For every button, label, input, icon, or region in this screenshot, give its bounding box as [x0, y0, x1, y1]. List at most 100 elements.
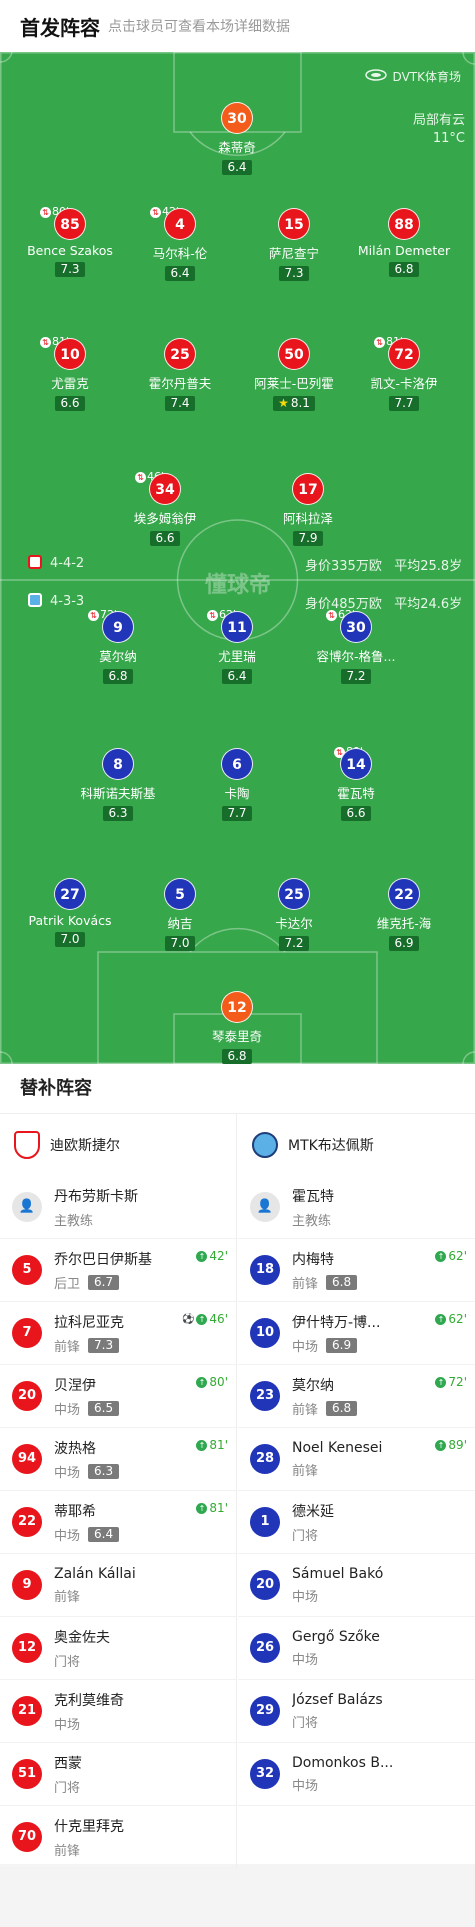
- jersey-number: 4: [164, 208, 196, 240]
- player-name: 萨尼查宁: [268, 246, 319, 261]
- player-name: 卡达尔: [275, 916, 313, 931]
- player-name: Patrik Kovács: [28, 913, 112, 928]
- sub-player-row[interactable]: 51 西蒙 门将: [0, 1743, 236, 1806]
- player-rating: 7.3: [279, 266, 309, 281]
- sub-player-info: 波热格 中场 6.3: [54, 1438, 204, 1481]
- sub-on-time: ↑ 80': [196, 1375, 228, 1389]
- player-marker[interactable]: 30 森蒂奇 6.4: [177, 102, 297, 175]
- player-rating: 6.8: [103, 669, 133, 684]
- player-rating: 6.6: [341, 806, 371, 821]
- player-marker[interactable]: ⇅62'30容博尔-格鲁...7.2: [296, 609, 416, 684]
- home-subs: 迪欧斯捷尔 👤 丹布劳斯卡斯 主教练 5 乔尔巴日伊斯基 后卫 6.7 ↑ 42' 7 拉科尼亚…: [0, 1114, 237, 1869]
- player-rating: 6.4: [222, 160, 252, 175]
- sub-player-info: Domonkos B... 中场: [292, 1755, 442, 1794]
- coach-avatar-icon: 👤: [250, 1192, 280, 1222]
- player-name: 德米延: [292, 1503, 334, 1520]
- home-formation: 4-4-2: [28, 555, 84, 571]
- sub-player-row[interactable]: 10 伊什特万-博... 中场 6.9 ↑ 62': [238, 1302, 475, 1365]
- sub-player-row[interactable]: 26 Gergő Szőke 中场: [238, 1617, 475, 1680]
- player-name: 容博尔-格鲁...: [316, 649, 396, 664]
- player-marker[interactable]: ⇅80'85Bence Szakos7.3: [10, 206, 130, 277]
- jersey-number: 30: [340, 611, 372, 643]
- lineup-header: 首发阵容 点击球员可查看本场详细数据: [0, 0, 475, 52]
- player-name: 琴泰里奇: [211, 1029, 262, 1044]
- player-name: 维克托-海: [376, 916, 432, 931]
- sub-player-row[interactable]: 18 内梅特 前锋 6.8 ↑ 62': [238, 1239, 475, 1302]
- sub-player-row[interactable]: 5 乔尔巴日伊斯基 后卫 6.7 ↑ 42': [0, 1239, 236, 1302]
- sub-player-row[interactable]: 9 Zalán Kállai 前锋: [0, 1554, 236, 1617]
- player-name: 霍尔丹普夫: [148, 376, 212, 391]
- sub-player-info: 乔尔巴日伊斯基 后卫 6.7: [54, 1249, 204, 1292]
- player-marker[interactable]: 88 Milán Demeter 6.8: [344, 208, 464, 277]
- sub-player-info: 什克里拜克 前锋: [54, 1816, 204, 1859]
- away-coach[interactable]: 👤 霍瓦特 主教练: [238, 1176, 475, 1239]
- player-marker[interactable]: 25 卡达尔 7.2: [234, 878, 354, 951]
- away-team-icon: [28, 593, 42, 607]
- home-coach[interactable]: 👤 丹布劳斯卡斯 主教练: [0, 1176, 236, 1239]
- player-marker[interactable]: ⇅46'34埃多姆翁伊6.6: [105, 471, 225, 546]
- player-name: 凯文-卡洛伊: [370, 376, 438, 391]
- player-marker[interactable]: ⇅62'11尤里瑞6.4: [177, 609, 297, 684]
- sub-player-row[interactable]: 22 蒂耶希 中场 6.4 ↑ 81': [0, 1491, 236, 1554]
- player-marker[interactable]: 50 阿莱士-巴列霍 ★ 8.1: [234, 338, 354, 411]
- player-marker[interactable]: 27 Patrik Kovács 7.0: [10, 878, 130, 947]
- player-position-row: 中场 6.5: [54, 1399, 204, 1418]
- sub-player-row[interactable]: 20 Sámuel Bakó 中场: [238, 1554, 475, 1617]
- sub-on-icon: ↑: [196, 1502, 208, 1514]
- player-marker[interactable]: 15 萨尼查宁 7.3: [234, 208, 354, 281]
- away-team-name: MTK布达佩斯: [288, 1138, 374, 1154]
- page-title: 首发阵容: [20, 15, 100, 40]
- sub-player-row[interactable]: 94 波热格 中场 6.3 ↑ 81': [0, 1428, 236, 1491]
- jersey-number: 32: [250, 1759, 280, 1789]
- jersey-number: 94: [12, 1444, 42, 1474]
- sub-player-row[interactable]: 7 拉科尼亚克 前锋 7.3 ⚽ ↑ 46': [0, 1302, 236, 1365]
- sub-player-row[interactable]: 28 Noel Kenesei 前锋 ↑ 89': [238, 1428, 475, 1491]
- jersey-number: 28: [250, 1444, 280, 1474]
- player-marker[interactable]: 25 霍尔丹普夫 7.4: [120, 338, 240, 411]
- player-rating: 6.4: [222, 669, 252, 684]
- player-position-row: 前锋: [54, 1843, 81, 1859]
- player-rating: 6.4: [165, 266, 195, 281]
- sub-on-icon: ↑: [196, 1376, 208, 1388]
- player-position-row: 中场: [292, 1589, 319, 1605]
- jersey-number: 34: [149, 473, 181, 505]
- player-rating: 7.3: [88, 1337, 120, 1353]
- player-name: 埃多姆翁伊: [133, 511, 197, 526]
- sub-player-row[interactable]: 1 德米延 门将: [238, 1491, 475, 1554]
- player-marker[interactable]: ⇅89'14霍瓦特6.6: [296, 746, 416, 821]
- sub-player-row[interactable]: 21 克利莫维奇 中场: [0, 1680, 236, 1743]
- player-marker[interactable]: ⇅81'10尤雷克6.6: [10, 336, 130, 411]
- home-team-stats: 身价335万欧 平均25.8岁: [305, 559, 463, 574]
- sub-player-row[interactable]: 29 József Balázs 门将: [238, 1680, 475, 1743]
- player-rating: 7.2: [279, 936, 309, 951]
- page-subtitle: 点击球员可查看本场详细数据: [108, 19, 290, 35]
- player-marker[interactable]: ⇅81'72凯文-卡洛伊7.7: [344, 336, 464, 411]
- sub-on-icon: ↑: [435, 1439, 447, 1451]
- player-rating: 6.9: [326, 1337, 358, 1353]
- player-marker[interactable]: 12 琴泰里奇 6.8: [177, 991, 297, 1064]
- player-rating: 7.3: [55, 262, 85, 277]
- sub-player-info: 贝涅伊 中场 6.5: [54, 1375, 204, 1418]
- player-marker[interactable]: 22 维克托-海 6.9: [344, 878, 464, 951]
- jersey-number: 9: [102, 611, 134, 643]
- player-name: Milán Demeter: [357, 243, 451, 258]
- player-marker[interactable]: ⇅42'4马尔科-伦6.4: [120, 206, 240, 281]
- sub-player-row[interactable]: 23 莫尔纳 前锋 6.8 ↑ 72': [238, 1365, 475, 1428]
- player-name: 莫尔纳: [292, 1377, 334, 1394]
- sub-player-row[interactable]: 12 奥金佐夫 门将: [0, 1617, 236, 1680]
- sub-player-row[interactable]: 70 什克里拜克 前锋: [0, 1806, 236, 1869]
- player-marker[interactable]: 5 纳吉 7.0: [120, 878, 240, 951]
- player-position-row: 前锋: [292, 1463, 319, 1479]
- sub-player-row[interactable]: 20 贝涅伊 中场 6.5 ↑ 80': [0, 1365, 236, 1428]
- sub-player-row[interactable]: 32 Domonkos B... 中场: [238, 1743, 475, 1806]
- player-marker[interactable]: 17 阿科拉泽 7.9: [248, 473, 368, 546]
- jersey-number: 20: [12, 1381, 42, 1411]
- player-name: 尤里瑞: [218, 649, 256, 664]
- jersey-number: 27: [54, 878, 86, 910]
- player-marker[interactable]: ⇅72'9莫尔纳6.8: [58, 609, 178, 684]
- sub-player-info: 西蒙 门将: [54, 1753, 204, 1796]
- player-position-row: 中场 6.4: [54, 1525, 204, 1544]
- player-marker[interactable]: 6 卡陶 7.7: [177, 748, 297, 821]
- player-marker[interactable]: 8 科斯诺夫斯基 6.3: [58, 748, 178, 821]
- sub-player-info: 克利莫维奇 中场: [54, 1690, 204, 1733]
